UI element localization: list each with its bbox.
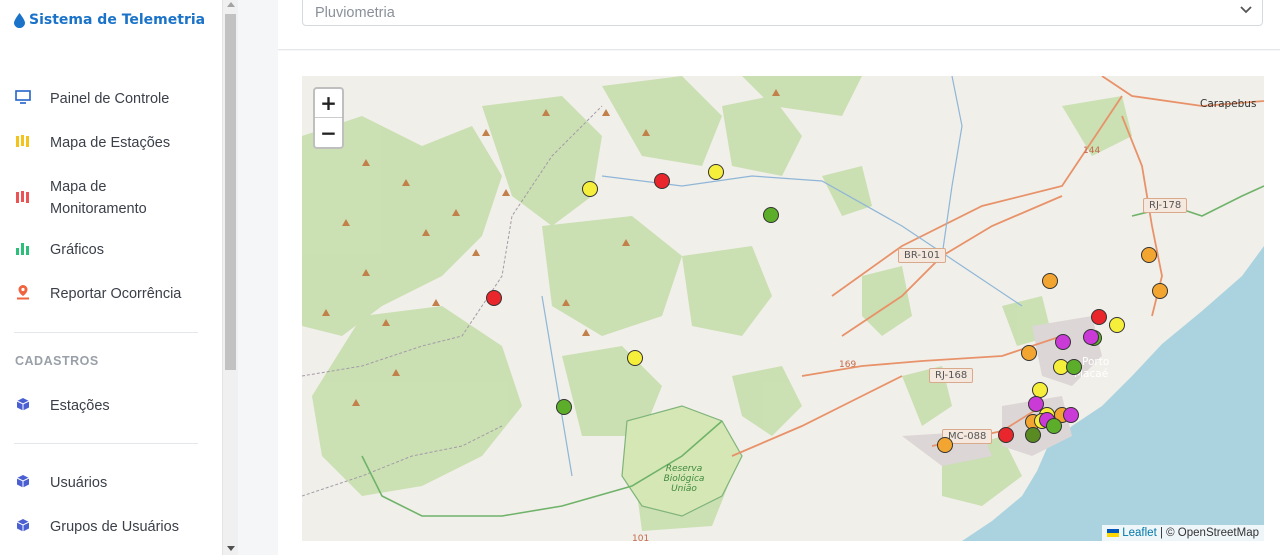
road-label: BR-101 bbox=[898, 248, 947, 263]
road-number-label: 144 bbox=[1083, 146, 1101, 156]
nav-label: Gráficos bbox=[50, 242, 104, 258]
map-attribution: Leaflet | © OpenStreetMap bbox=[1102, 525, 1264, 541]
leaflet-link[interactable]: Leaflet bbox=[1122, 527, 1157, 539]
station-marker[interactable] bbox=[654, 173, 670, 189]
cube-icon bbox=[14, 395, 32, 413]
station-marker[interactable] bbox=[1091, 309, 1107, 325]
water-drop-icon bbox=[14, 12, 25, 28]
scroll-down-arrow-icon[interactable] bbox=[227, 546, 235, 551]
station-marker[interactable] bbox=[1028, 396, 1044, 412]
map-tiles bbox=[302, 76, 1264, 541]
station-marker[interactable] bbox=[1021, 345, 1037, 361]
nav-grupos-de-usuarios[interactable]: Grupos de Usuários bbox=[14, 516, 179, 538]
divider bbox=[14, 332, 198, 333]
filter-card: Pluviometria bbox=[278, 0, 1280, 50]
station-marker[interactable] bbox=[486, 290, 502, 306]
station-marker[interactable] bbox=[1063, 407, 1079, 423]
station-marker[interactable] bbox=[1083, 329, 1099, 345]
station-marker[interactable] bbox=[1042, 273, 1058, 289]
station-marker[interactable] bbox=[1046, 418, 1062, 434]
station-map[interactable]: Carapebus Porto Macaé BR-101 RJ-178 RJ-1… bbox=[302, 76, 1264, 541]
select-value: Pluviometria bbox=[315, 5, 395, 21]
cube-icon bbox=[14, 516, 32, 534]
scroll-thumb[interactable] bbox=[225, 14, 236, 370]
station-marker[interactable] bbox=[937, 437, 953, 453]
chevron-down-icon bbox=[1240, 6, 1252, 14]
nav-reportar-ocorrencia[interactable]: Reportar Ocorrência bbox=[14, 283, 181, 305]
nav-painel-de-controle[interactable]: Painel de Controle bbox=[14, 88, 169, 110]
nav-label: Mapa de Estações bbox=[50, 135, 171, 151]
nav-label: Painel de Controle bbox=[50, 91, 170, 107]
nav-estacoes[interactable]: Estações bbox=[14, 395, 110, 417]
map-pin-icon bbox=[14, 283, 32, 301]
section-title-cadastros: CADASTROS bbox=[15, 354, 99, 368]
station-marker[interactable] bbox=[627, 350, 643, 366]
road-number-label: 101 bbox=[632, 534, 650, 541]
station-marker[interactable] bbox=[1025, 427, 1041, 443]
nav-usuarios[interactable]: Usuários bbox=[14, 472, 107, 494]
place-label: Carapebus bbox=[1200, 98, 1257, 110]
bar-chart-icon bbox=[14, 239, 32, 257]
nav-label: Usuários bbox=[50, 475, 108, 491]
road-label: RJ-168 bbox=[929, 368, 974, 383]
attribution-text: | © OpenStreetMap bbox=[1156, 527, 1259, 539]
nav-label: Estações bbox=[50, 398, 110, 414]
divider bbox=[14, 443, 198, 444]
nav-mapa-de-estacoes[interactable]: Mapa de Estações bbox=[14, 132, 170, 154]
zoom-out-button[interactable]: − bbox=[315, 118, 342, 147]
nav-label: Mapa de Monitoramento bbox=[50, 179, 147, 217]
place-label: Porto bbox=[1082, 356, 1110, 368]
scroll-up-arrow-icon[interactable] bbox=[227, 2, 235, 7]
nav-label: Grupos de Usuários bbox=[50, 519, 179, 535]
station-marker[interactable] bbox=[582, 181, 598, 197]
map-icon bbox=[14, 132, 32, 150]
station-marker[interactable] bbox=[556, 399, 572, 415]
station-marker[interactable] bbox=[763, 207, 779, 223]
sidebar-scrollbar[interactable] bbox=[222, 0, 238, 555]
monitor-icon bbox=[14, 88, 32, 106]
station-marker[interactable] bbox=[1109, 317, 1125, 333]
station-marker[interactable] bbox=[708, 164, 724, 180]
app-brand[interactable]: Sistema de Telemetria bbox=[14, 12, 205, 28]
park-label: Reserva Biológica União bbox=[663, 464, 705, 494]
nav-label: Reportar Ocorrência bbox=[50, 286, 182, 302]
station-marker[interactable] bbox=[1066, 359, 1082, 375]
sensor-type-select[interactable]: Pluviometria bbox=[302, 0, 1263, 26]
zoom-control: + − bbox=[313, 87, 344, 149]
zoom-in-button[interactable]: + bbox=[315, 89, 342, 118]
cube-icon bbox=[14, 472, 32, 490]
station-marker[interactable] bbox=[1141, 247, 1157, 263]
app-title: Sistema de Telemetria bbox=[29, 12, 206, 28]
sidebar: Sistema de Telemetria Painel de Controle… bbox=[0, 0, 222, 555]
nav-mapa-de-monitoramento[interactable]: Mapa de Monitoramento bbox=[14, 176, 180, 220]
road-number-label: 169 bbox=[839, 360, 857, 370]
road-label: RJ-178 bbox=[1143, 198, 1188, 213]
map-icon bbox=[14, 188, 32, 206]
nav-graficos[interactable]: Gráficos bbox=[14, 239, 104, 261]
station-marker[interactable] bbox=[998, 427, 1014, 443]
ukraine-flag-icon bbox=[1107, 529, 1120, 537]
station-marker[interactable] bbox=[1152, 283, 1168, 299]
station-marker[interactable] bbox=[1055, 334, 1071, 350]
